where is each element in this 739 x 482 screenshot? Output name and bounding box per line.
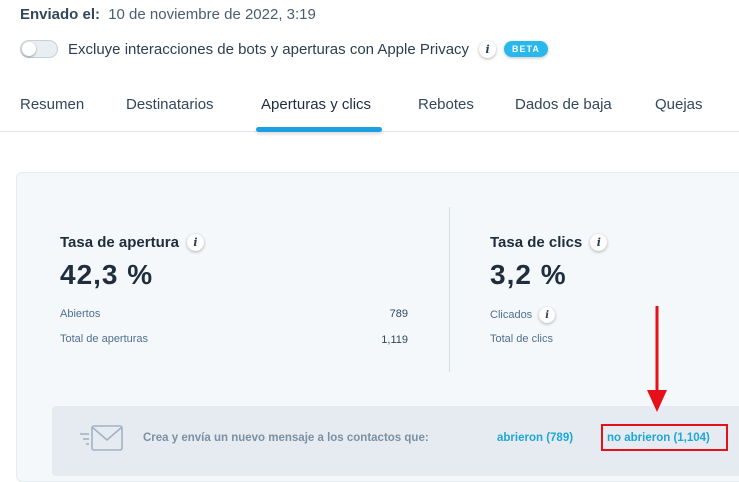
- info-icon[interactable]: i: [479, 40, 497, 58]
- open-rate-value: 42,3 %: [60, 259, 154, 290]
- total-opens-value: 1,119: [381, 334, 408, 346]
- metrics-divider: [449, 207, 450, 372]
- sent-date: Enviado el: 10 de noviembre de 2022, 3:1…: [20, 6, 316, 23]
- tab-resumen[interactable]: Resumen: [20, 96, 84, 113]
- click-rate-title: Tasa de clics i: [490, 234, 608, 251]
- report-tabs: Resumen Destinatarios Aperturas y clics …: [0, 88, 739, 132]
- tab-destinatarios[interactable]: Destinatarios: [126, 96, 214, 113]
- opened-label: Abiertos: [60, 308, 101, 320]
- clicked-row: Clicados i: [490, 307, 556, 323]
- tab-quejas[interactable]: Quejas: [655, 96, 703, 113]
- beta-badge: BETA: [504, 41, 548, 57]
- apple-privacy-filter: Excluye interacciones de bots y apertura…: [20, 40, 548, 58]
- tab-aperturas-y-clics[interactable]: Aperturas y clics: [261, 96, 371, 113]
- opened-value: 789: [389, 308, 408, 320]
- cta-text: Crea y envía un nuevo mensaje a los cont…: [143, 432, 429, 444]
- tab-dados-de-baja[interactable]: Dados de baja: [515, 96, 612, 113]
- open-rate-title: Tasa de apertura i: [60, 234, 204, 251]
- tab-rebotes[interactable]: Rebotes: [418, 96, 474, 113]
- active-tab-indicator: [256, 127, 382, 132]
- sent-value: 10 de noviembre de 2022, 3:19: [108, 6, 316, 23]
- filter-label: Excluye interacciones de bots y apertura…: [68, 40, 470, 58]
- open-rate-label: Tasa de apertura: [60, 234, 179, 251]
- click-rate-label: Tasa de clics: [490, 234, 583, 251]
- send-email-icon: [80, 425, 123, 451]
- open-rate-info-icon[interactable]: i: [186, 234, 204, 251]
- exclude-bots-toggle[interactable]: [20, 40, 58, 58]
- annotation-arrow-icon: [647, 306, 667, 412]
- click-rate-info-icon[interactable]: i: [590, 234, 608, 251]
- clicked-label: Clicados: [490, 309, 533, 321]
- total-opens-label: Total de aperturas: [60, 333, 149, 345]
- toggle-knob: [22, 42, 36, 56]
- annotation-highlight-box: [601, 424, 728, 451]
- sent-label: Enviado el:: [20, 6, 101, 23]
- opened-contacts-link[interactable]: abrieron (789): [497, 432, 573, 444]
- clicked-info-icon[interactable]: i: [539, 307, 556, 323]
- click-rate-value: 3,2 %: [490, 259, 567, 290]
- total-clicks-label: Total de clics: [490, 333, 553, 345]
